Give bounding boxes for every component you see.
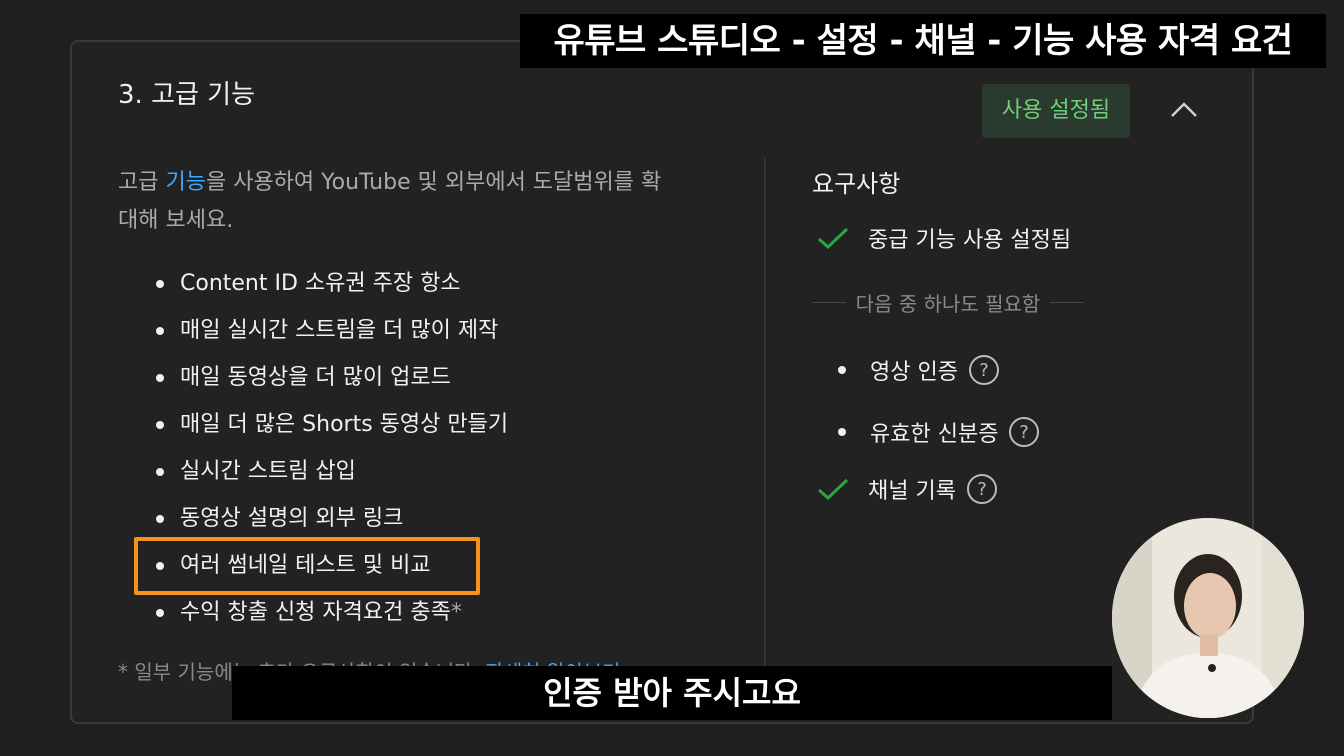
requirement-met: 중급 기능 사용 설정됨 — [816, 222, 1071, 254]
feature-item: 매일 동영상을 더 많이 업로드 — [156, 356, 508, 403]
feature-item: 수익 창출 신청 자격요건 충족* — [156, 591, 508, 638]
presenter-figure — [1112, 518, 1304, 718]
feature-item: 매일 실시간 스트림을 더 많이 제작 — [156, 309, 508, 356]
intro-text: 고급 기능을 사용하여 YouTube 및 외부에서 도달범위를 확 대해 보세… — [118, 164, 718, 240]
requirement-option: 영상 인증 ? — [816, 354, 1000, 386]
requirement-option: 유효한 신분증 ? — [816, 416, 1040, 448]
svg-text:?: ? — [979, 360, 989, 381]
chevron-up-icon — [1171, 102, 1197, 117]
intro-line2: 대해 보세요. — [118, 208, 234, 233]
feature-item: Content ID 소유권 주장 항소 — [156, 262, 508, 309]
check-icon — [818, 227, 849, 250]
requirement-met-label: 중급 기능 사용 설정됨 — [868, 228, 1072, 253]
svg-text:?: ? — [1020, 422, 1030, 443]
intro-line1-rest: 을 사용하여 YouTube 및 외부에서 도달범위를 확 — [205, 170, 662, 195]
column-divider — [764, 158, 766, 668]
feature-asterisk: * — [450, 600, 462, 625]
feature-item: 실시간 스트림 삽입 — [156, 450, 508, 497]
option-label: 영상 인증 — [870, 360, 958, 385]
subtitle-caption: 인증 받아 주시고요 — [232, 666, 1112, 720]
video-title-overlay: 유튜브 스튜디오 - 설정 - 채널 - 기능 사용 자격 요건 — [520, 14, 1326, 68]
help-icon[interactable]: ? — [966, 473, 998, 505]
check-icon — [818, 478, 849, 501]
feature-item: 매일 더 많은 Shorts 동영상 만들기 — [156, 403, 508, 450]
svg-text:?: ? — [977, 479, 987, 500]
features-link[interactable]: 기능 — [165, 170, 205, 195]
requirements-title: 요구사항 — [812, 170, 901, 198]
option-label: 유효한 신분증 — [870, 422, 999, 447]
requirement-option: 채널 기록 ? — [816, 473, 998, 505]
status-badge: 사용 설정됨 — [982, 84, 1130, 138]
requirements-separator: 다음 중 하나도 필요함 — [812, 288, 1084, 317]
intro-prefix: 고급 — [118, 170, 166, 195]
bullet-icon — [838, 428, 846, 436]
bullet-icon — [838, 366, 846, 374]
highlight-box — [134, 537, 480, 595]
collapse-button[interactable] — [1164, 92, 1204, 126]
help-icon[interactable]: ? — [1008, 416, 1040, 448]
section-title: 3. 고급 기능 — [118, 80, 256, 110]
option-label: 채널 기록 — [868, 479, 956, 504]
presenter-webcam — [1112, 518, 1304, 718]
separator-text: 다음 중 하나도 필요함 — [855, 292, 1041, 316]
help-icon[interactable]: ? — [968, 354, 1000, 386]
